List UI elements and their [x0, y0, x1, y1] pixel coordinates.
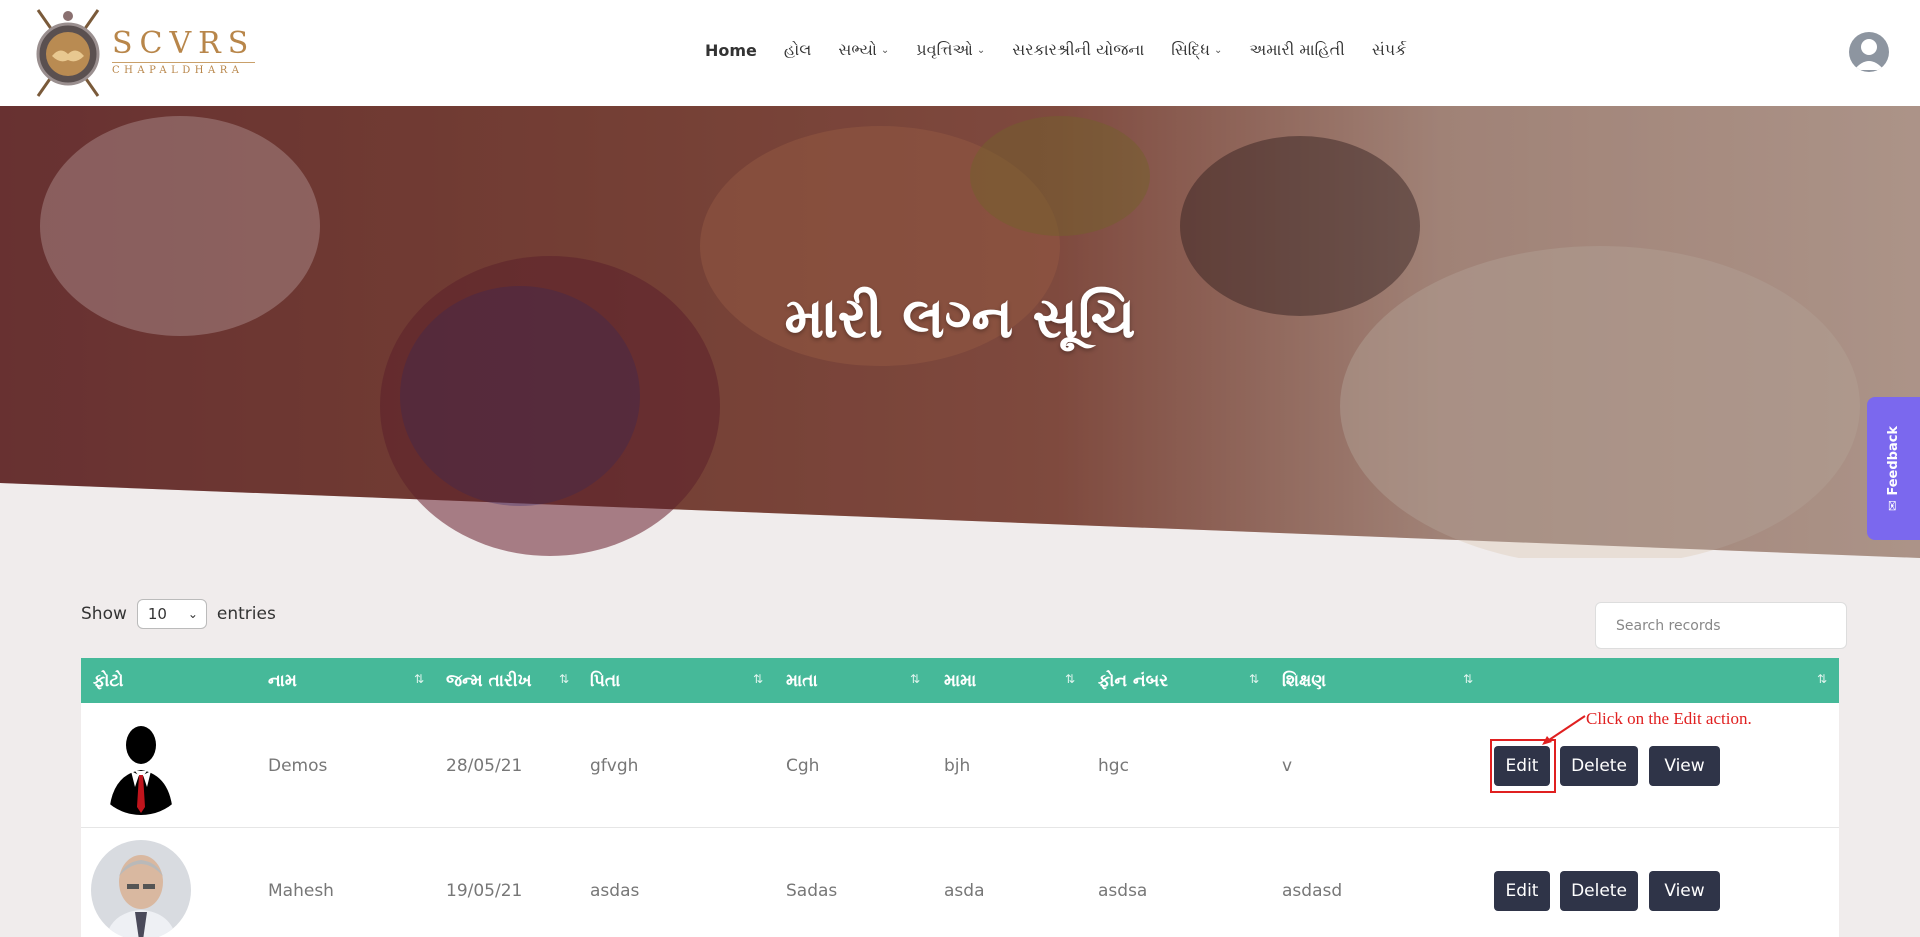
view-button[interactable]: View	[1649, 871, 1720, 911]
sort-icon[interactable]: ⇅	[1817, 672, 1827, 686]
member-photo	[91, 715, 191, 815]
annotation-label: Click on the Edit action.	[1586, 709, 1752, 728]
chevron-down-icon: ⌄	[187, 607, 198, 621]
feedback-label: ✉ Feedback	[1886, 425, 1901, 512]
sort-icon[interactable]: ⇅	[559, 672, 569, 686]
table-header: ફોટો નામ ⇅ જન્મ તારીખ ⇅ પિતા ⇅ માતા ⇅ મા…	[81, 658, 1839, 703]
column-header-dob[interactable]: જન્મ તારીખ	[446, 658, 532, 703]
cell-education: v	[1282, 755, 1293, 776]
column-header-mother[interactable]: માતા	[786, 658, 818, 703]
view-button[interactable]: View	[1649, 746, 1720, 786]
cell-father: asdas	[590, 880, 640, 901]
sort-icon[interactable]: ⇅	[1065, 672, 1075, 686]
user-avatar-icon[interactable]	[1849, 32, 1889, 72]
nav-item-about[interactable]: અમારી માહિતી	[1249, 40, 1344, 60]
cell-maternal-uncle: bjh	[944, 755, 971, 776]
sort-icon[interactable]: ⇅	[1463, 672, 1473, 686]
cell-phone: asdsa	[1098, 880, 1148, 901]
site-logo[interactable]: SCVRS CHAPALDHARA	[28, 4, 256, 100]
sort-icon[interactable]: ⇅	[414, 672, 424, 686]
chevron-down-icon: ⌄	[880, 44, 890, 56]
column-header-maternal-uncle[interactable]: મામા	[944, 658, 976, 703]
hero-banner: મારી લગ્ન સૂચિ	[0, 106, 1920, 558]
page-title: મારી લગ્ન સૂચિ	[784, 286, 1136, 351]
column-header-father[interactable]: પિતા	[590, 658, 620, 703]
top-navbar: SCVRS CHAPALDHARA Home હોલ સભ્યો ⌄ પ્રવૃત…	[0, 0, 1920, 106]
column-header-name[interactable]: નામ	[268, 658, 297, 703]
cell-mother: Sadas	[786, 880, 838, 901]
chevron-down-icon: ⌄	[1213, 44, 1223, 56]
cell-name: Mahesh	[268, 880, 334, 901]
nav-item-activities[interactable]: પ્રવૃત્તિઓ ⌄	[916, 40, 985, 60]
table-row: Mahesh 19/05/21 asdas Sadas asda asdsa a…	[81, 828, 1839, 937]
cell-dob: 28/05/21	[446, 755, 523, 776]
cell-dob: 19/05/21	[446, 880, 523, 901]
cell-father: gfvgh	[590, 755, 639, 776]
show-entries-control: Show 10 ⌄ entries	[81, 599, 276, 629]
logo-title: SCVRS	[112, 26, 256, 61]
nav-item-home[interactable]: Home	[705, 40, 757, 60]
sort-icon[interactable]: ⇅	[910, 672, 920, 686]
nav-item-contact[interactable]: સંપર્ક	[1372, 40, 1407, 60]
column-header-education[interactable]: શિક્ષણ	[1282, 658, 1326, 703]
cell-name: Demos	[268, 755, 328, 776]
cell-mother: Cgh	[786, 755, 820, 776]
search-input[interactable]: Search records	[1595, 602, 1847, 649]
logo-subtitle: CHAPALDHARA	[112, 62, 256, 76]
nav-item-govt-schemes[interactable]: સરકારશ્રીની યોજના	[1012, 40, 1144, 60]
sort-icon[interactable]: ⇅	[1249, 672, 1259, 686]
logo-emblem-icon	[28, 4, 108, 100]
records-table: ફોટો નામ ⇅ જન્મ તારીખ ⇅ પિતા ⇅ માતા ⇅ મા…	[81, 658, 1839, 937]
main-nav: Home હોલ સભ્યો ⌄ પ્રવૃત્તિઓ ⌄ સરકારશ્રીની …	[705, 40, 1433, 60]
nav-item-hall[interactable]: હોલ	[784, 40, 811, 60]
delete-button[interactable]: Delete	[1560, 746, 1638, 786]
edit-button[interactable]: Edit	[1494, 871, 1550, 911]
show-label: Show	[81, 604, 127, 624]
chevron-down-icon: ⌄	[976, 44, 986, 56]
entries-label: entries	[216, 604, 276, 624]
feedback-tab[interactable]: ✉ Feedback	[1867, 397, 1920, 540]
sort-icon[interactable]: ⇅	[753, 672, 763, 686]
column-header-phone[interactable]: ફોન નંબર	[1098, 658, 1168, 703]
nav-item-achievements[interactable]: સિદ્ધિ ⌄	[1171, 40, 1222, 60]
entries-select[interactable]: 10 ⌄	[136, 599, 207, 629]
cell-phone: hgc	[1098, 755, 1129, 776]
cell-maternal-uncle: asda	[944, 880, 985, 901]
column-header-photo[interactable]: ફોટો	[93, 658, 124, 703]
annotation-arrow-icon	[1542, 715, 1586, 745]
cell-education: asdasd	[1282, 880, 1343, 901]
member-photo	[91, 840, 191, 937]
delete-button[interactable]: Delete	[1560, 871, 1638, 911]
nav-item-members[interactable]: સભ્યો ⌄	[838, 40, 889, 60]
